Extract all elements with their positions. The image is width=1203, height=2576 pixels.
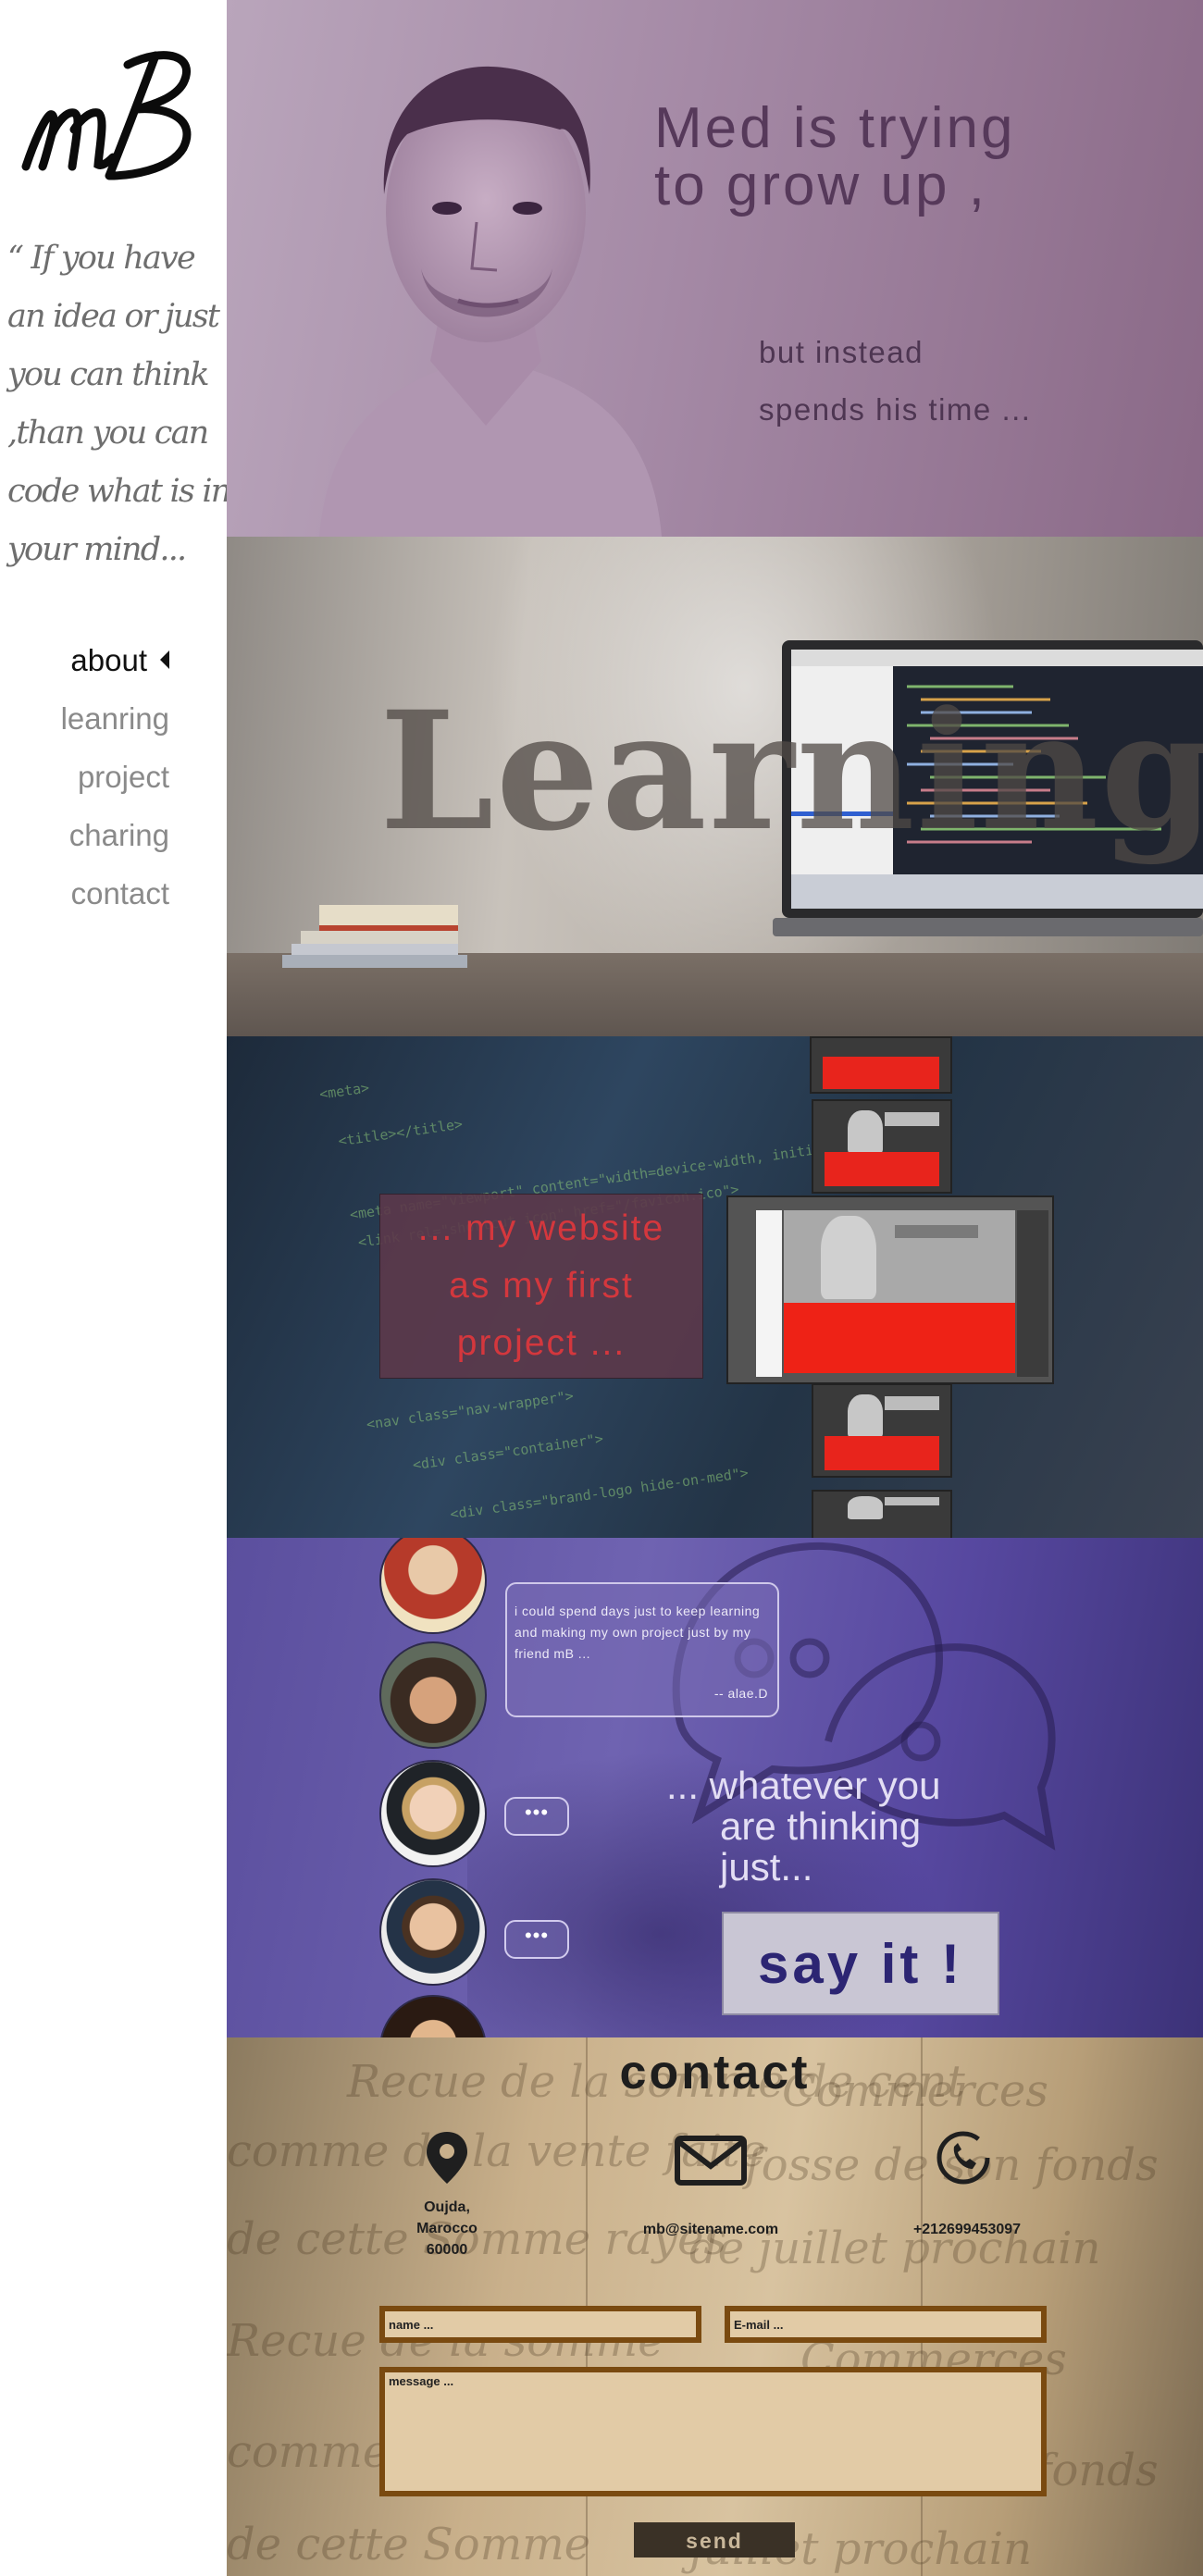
script-texture: de cette Somme [227, 2519, 591, 2570]
code-background: <title></title> [337, 1115, 465, 1150]
say-it-button[interactable]: say it ! [722, 1912, 999, 2015]
project-caption-line: as my first [449, 1266, 634, 1306]
email-field[interactable] [725, 2306, 1047, 2343]
nav-item-charing[interactable]: charing [61, 809, 169, 867]
testimonial-bubble: i could spend days just to keep learning… [505, 1582, 779, 1717]
website-screenshot [726, 1195, 1054, 1384]
avatar[interactable] [379, 1760, 487, 1867]
quote-line: “ If you have [7, 240, 196, 277]
project-section: <meta> <title></title> <meta name="viewp… [227, 1036, 1203, 1538]
think-line: ... whatever you [666, 1764, 941, 1807]
logo[interactable] [17, 28, 202, 185]
code-background: <div class="container"> [411, 1430, 604, 1474]
project-caption-line: project ... [456, 1323, 626, 1363]
learning-section: Learning [227, 537, 1203, 1036]
contact-address: Oujda, Marocco 60000 [395, 2197, 499, 2260]
code-background: <div class="brand-logo hide-on-med"> [449, 1464, 750, 1523]
name-field[interactable] [379, 2306, 701, 2343]
envelope-icon [675, 2136, 747, 2186]
avatar[interactable] [379, 1641, 487, 1749]
contact-email[interactable]: mb@sitename.com [618, 2219, 803, 2240]
code-background: <nav class="nav-wrapper"> [365, 1387, 575, 1433]
quote-line: code what is in [7, 473, 231, 510]
profile-photo [319, 66, 662, 537]
books-image [282, 905, 467, 968]
sidebar-quote: “ If you have an idea or just you can th… [7, 229, 231, 579]
hero-subtitle: but instead spends his time ... [759, 324, 1031, 439]
think-line: just... [720, 1845, 813, 1889]
code-background: <meta> [318, 1079, 371, 1103]
contact-title: contact [619, 2046, 811, 2099]
nav-item-about[interactable]: about [61, 634, 169, 692]
typing-dots: ••• [504, 1797, 569, 1836]
think-line: are thinking [720, 1804, 922, 1848]
sharing-section: i could spend days just to keep learning… [227, 1538, 1203, 2037]
hero-sub-line: spends his time ... [759, 392, 1032, 427]
hero-section: Med is trying to grow up , but instead s… [227, 0, 1203, 537]
avatar[interactable] [379, 1538, 487, 1634]
testimonial-author: -- alae.D [713, 1686, 768, 1701]
address-line: Marocco [416, 2221, 477, 2236]
quote-line: you can think [7, 356, 210, 393]
quote-line: an idea or just [7, 298, 220, 335]
address-line: Oujda, [424, 2199, 470, 2215]
project-caption-line: ... my website [417, 1208, 665, 1248]
quote-line: your mind... [7, 531, 187, 568]
screenshot-thumb [812, 1383, 952, 1478]
think-text: ... whatever you are thinking just... [666, 1765, 940, 1888]
quote-line: ,than you can [7, 415, 209, 452]
location-pin-icon [427, 2132, 467, 2184]
nav-item-leanring[interactable]: leanring [61, 692, 169, 750]
main-nav: about leanring project charing contact [61, 634, 169, 925]
phone-icon [936, 2131, 990, 2185]
hero-title: Med is trying to grow up , [654, 100, 1015, 215]
sidebar: “ If you have an idea or just you can th… [0, 0, 231, 2576]
testimonial-text: i could spend days just to keep learning… [515, 1604, 761, 1661]
project-caption-box: ... my website as my first project ... [379, 1194, 703, 1379]
hero-title-line: to grow up , [654, 154, 987, 217]
screenshot-thumb [810, 1036, 952, 1094]
hero-title-line: Med is trying [654, 96, 1016, 160]
avatar[interactable] [379, 1878, 487, 1986]
contact-section: Recue de la somme de cent Commerces comm… [227, 2037, 1203, 2576]
typing-dots: ••• [504, 1920, 569, 1959]
screenshot-thumb [812, 1490, 952, 1538]
address-line: 60000 [426, 2242, 468, 2258]
nav-item-contact[interactable]: contact [61, 867, 169, 925]
send-button[interactable]: send [634, 2522, 795, 2557]
learning-title: Learning [379, 675, 1203, 867]
message-field[interactable] [379, 2367, 1047, 2496]
hero-sub-line: but instead [759, 335, 924, 369]
screenshot-thumb [812, 1099, 952, 1194]
contact-phone[interactable]: +212699453097 [893, 2219, 1041, 2240]
nav-item-project[interactable]: project [61, 750, 169, 809]
